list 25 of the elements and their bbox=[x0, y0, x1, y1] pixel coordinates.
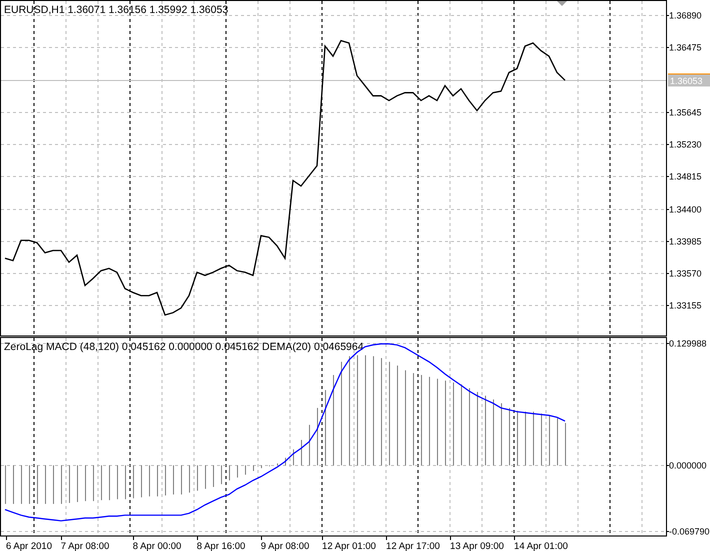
axis-label: 1.34400 bbox=[669, 204, 702, 214]
time-label: 6 Apr 2010 bbox=[6, 541, 52, 551]
axis-label: 1.35230 bbox=[669, 140, 702, 150]
time-label: 8 Apr 16:00 bbox=[196, 541, 246, 551]
time-label: 12 Apr 01:00 bbox=[322, 541, 376, 551]
time-label: 8 Apr 00:00 bbox=[132, 541, 182, 551]
axis-label: 0.000000 bbox=[669, 460, 707, 470]
axis-label: 1.36475 bbox=[669, 42, 702, 52]
axis-label: 1.35645 bbox=[669, 108, 702, 118]
ref-line-label: 1.36053 bbox=[670, 76, 703, 86]
time-label: 9 Apr 08:00 bbox=[260, 541, 310, 551]
axis-label: 1.36890 bbox=[669, 10, 702, 20]
axis-label: 1.33570 bbox=[669, 268, 702, 278]
time-label: 7 Apr 08:00 bbox=[60, 541, 110, 551]
time-label: 14 Apr 01:00 bbox=[514, 541, 568, 551]
shift-marker-icon bbox=[557, 1, 567, 6]
axis-label: 1.33155 bbox=[669, 300, 702, 310]
axis-label: -0.069790 bbox=[669, 526, 710, 536]
current-price-label: 1.36053 bbox=[668, 74, 710, 86]
axis-label: 1.33985 bbox=[669, 236, 702, 246]
axis-label: 1.34815 bbox=[669, 172, 702, 182]
axis-label: 0.129988 bbox=[669, 338, 707, 348]
chart-title: EURUSD,H1 1.36071 1.36156 1.35992 1.36053 bbox=[4, 4, 228, 16]
time-label: 13 Apr 09:00 bbox=[450, 541, 504, 551]
time-label: 12 Apr 17:00 bbox=[386, 541, 440, 551]
